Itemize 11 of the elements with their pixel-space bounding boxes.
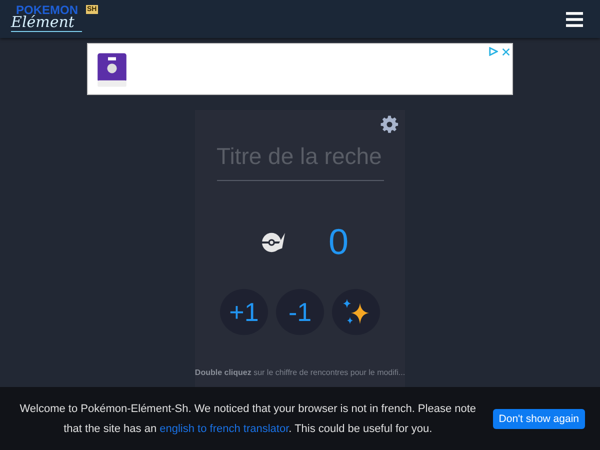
- notice-text: Welcome to Pokémon-Elément-Sh. We noticed that your browser is not in french. Please note that the site has an english to french translator. This could be useful for you.: [18, 402, 478, 436]
- menu-icon[interactable]: [566, 12, 583, 26]
- counter-button[interactable]: +1: [220, 289, 268, 335]
- shiny-button[interactable]: [332, 289, 380, 335]
- counter-button[interactable]: -1: [276, 289, 324, 335]
- encounter-count[interactable]: 0: [328, 221, 349, 263]
- pokeball-icon: [261, 230, 286, 254]
- settings-icon[interactable]: [380, 115, 399, 134]
- hint-text: Double cliquez sur le chiffre de rencontres pour le modifi...: [194, 368, 406, 377]
- dont-show-again-button[interactable]: Don't show again: [492, 408, 585, 428]
- translator-link[interactable]: english to french translator: [160, 422, 289, 434]
